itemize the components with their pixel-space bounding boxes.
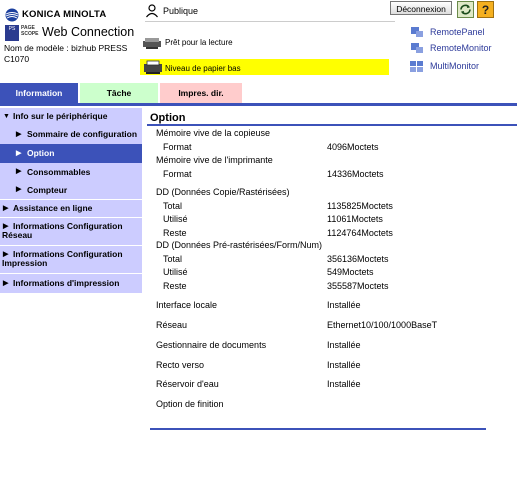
sidebar-item-label: Option — [27, 148, 55, 158]
scanner-ready-icon — [143, 38, 161, 49]
user-mode-label: Publique — [163, 6, 199, 16]
duplex-value: Installée — [327, 360, 361, 370]
duplex-label: Recto verso — [156, 360, 205, 370]
triangle-right-icon: ▶ — [3, 223, 9, 230]
hdd-copy-heading: DD (Données Copie/Rastérisées) — [156, 187, 290, 197]
copier-format-value: 4096Moctets — [327, 142, 379, 152]
sidebar-item-label: Assistance en ligne — [13, 203, 93, 213]
local-interface-value: Installée — [327, 300, 361, 310]
sidebar-item-label: Consommables — [27, 167, 91, 177]
triangle-right-icon: ▶ — [16, 186, 22, 193]
triangle-right-icon: ▶ — [3, 251, 9, 258]
triangle-right-icon: ▶ — [3, 280, 9, 287]
sidebar-item-device-info[interactable]: ▼ Info sur le périphérique — [0, 108, 142, 125]
sidebar-item-label: Informations Configuration — [13, 221, 123, 231]
sidebar-item-label: Réseau — [2, 230, 33, 240]
refresh-icon — [460, 4, 471, 15]
help-button[interactable]: ? — [477, 1, 494, 18]
hdd-copy-rest-value: 1124764Moctets — [327, 228, 393, 238]
title-underline — [147, 124, 517, 126]
sidebar-item-print-info[interactable]: ▶ Informations d'impression — [0, 274, 142, 293]
hdd-prerast-rest-label: Reste — [163, 281, 187, 291]
document-manager-value: Installée — [327, 340, 361, 350]
sidebar-item-option[interactable]: ▶ Option — [0, 144, 142, 163]
network-value: Ethernet10/100/1000BaseT — [327, 320, 438, 330]
model-line-2: C1070 — [4, 54, 30, 64]
triangle-right-icon: ▶ — [16, 150, 22, 157]
paper-low-icon — [144, 60, 162, 74]
multi-monitor-link[interactable]: MultiMonitor — [430, 61, 479, 71]
refresh-button[interactable] — [457, 1, 474, 18]
hdd-prerast-heading: DD (Données Pré-rastérisées/Form/Num) — [156, 240, 323, 250]
hdd-prerast-total-label: Total — [163, 254, 183, 264]
sidebar-item-print-config[interactable]: ▶ Informations Configuration Impression — [0, 246, 142, 273]
triangle-right-icon: ▶ — [16, 168, 22, 175]
printer-memory-heading: Mémoire vive de l'imprimante — [156, 155, 273, 165]
copier-format-label: Format — [163, 142, 192, 152]
sidebar-item-network-config[interactable]: ▶ Informations Configuration Réseau — [0, 218, 142, 245]
hdd-copy-used-label: Utilisé — [163, 214, 188, 224]
finisher-option-label: Option de finition — [156, 399, 224, 409]
product-name: Web Connection — [42, 25, 135, 39]
multi-monitor-icon — [410, 61, 423, 72]
network-label: Réseau — [156, 320, 188, 330]
water-tank-label: Réservoir d'eau — [156, 379, 219, 389]
page-scope-label: PAGE SCOPE — [21, 25, 39, 37]
model-name: Nom de modèle : bizhub PRESS C1070 — [4, 43, 127, 65]
sidebar-item-counter[interactable]: ▶ Compteur — [0, 181, 142, 199]
user-icon — [146, 4, 158, 18]
remote-panel-icon — [411, 27, 423, 37]
remote-monitor-link[interactable]: RemoteMonitor — [430, 43, 492, 53]
tab-information[interactable]: Information — [0, 83, 78, 103]
sidebar-item-config-summary[interactable]: ▶ Sommaire de configuration — [0, 125, 142, 144]
document-manager-label: Gestionnaire de documents — [156, 340, 267, 350]
sidebar-item-label: Impression — [2, 258, 48, 268]
sidebar-item-label: Compteur — [27, 185, 68, 195]
hdd-copy-used-value: 11061Moctets — [327, 214, 383, 224]
hdd-prerast-used-value: 549Moctets — [327, 267, 374, 277]
triangle-down-icon: ▼ — [3, 113, 10, 120]
printer-format-label: Format — [163, 169, 192, 179]
tab-tache[interactable]: Tâche — [80, 83, 158, 103]
local-interface-label: Interface locale — [156, 300, 218, 310]
status-ready: Prêt pour la lecture — [165, 38, 233, 47]
hdd-prerast-total-value: 356136Moctets — [327, 254, 389, 264]
status-paper-low: Niveau de papier bas — [165, 64, 241, 73]
tab-impres-dir[interactable]: Impres. dir. — [160, 83, 242, 103]
triangle-right-icon: ▶ — [3, 205, 9, 212]
logout-button[interactable]: Déconnexion — [390, 1, 452, 15]
hdd-copy-total-value: 1135825Moctets — [327, 201, 393, 211]
hdd-prerast-rest-value: 355587Moctets — [327, 281, 389, 291]
water-tank-value: Installée — [327, 379, 361, 389]
printer-format-value: 14336Moctets — [327, 169, 384, 179]
page-title: Option — [150, 112, 186, 124]
triangle-right-icon: ▶ — [16, 131, 22, 138]
copier-memory-heading: Mémoire vive de la copieuse — [156, 128, 271, 138]
sidebar-item-label: Informations Configuration — [13, 249, 123, 259]
header-divider — [145, 21, 395, 22]
konica-minolta-logo-icon — [5, 8, 19, 22]
hdd-prerast-used-label: Utilisé — [163, 267, 188, 277]
remote-monitor-icon — [411, 43, 423, 53]
model-line-1: Nom de modèle : bizhub PRESS — [4, 43, 128, 53]
hdd-copy-total-label: Total — [163, 201, 183, 211]
sidebar-item-label: Informations d'impression — [13, 278, 120, 288]
sidebar-item-consumables[interactable]: ▶ Consommables — [0, 163, 142, 181]
brand-name: KONICA MINOLTA — [22, 9, 107, 20]
sidebar-item-label: Sommaire de configuration — [27, 129, 138, 139]
sidebar-item-label: Info sur le périphérique — [13, 111, 108, 121]
hdd-copy-rest-label: Reste — [163, 228, 187, 238]
remote-panel-link[interactable]: RemotePanel — [430, 27, 485, 37]
tab-underline — [0, 103, 517, 106]
pagescope-logo-icon: PS — [5, 25, 19, 41]
sidebar-item-online-help[interactable]: ▶ Assistance en ligne — [0, 200, 142, 217]
content-footer-divider — [150, 428, 486, 430]
